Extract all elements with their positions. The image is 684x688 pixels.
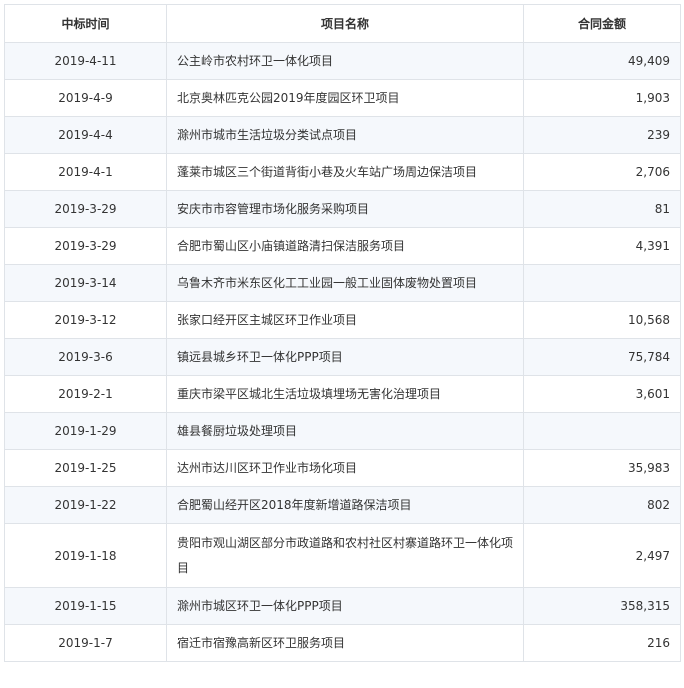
cell-date: 2019-1-29: [4, 412, 167, 450]
cell-date: 2019-4-1: [4, 153, 167, 191]
cell-date: 2019-3-29: [4, 190, 167, 228]
table-row: 2019-4-1 蓬莱市城区三个街道背街小巷及火车站广场周边保洁项目 2,706: [4, 153, 681, 191]
cell-name: 合肥市蜀山区小庙镇道路清扫保洁服务项目: [166, 227, 524, 265]
table-row: 2019-4-9 北京奥林匹克公园2019年度园区环卫项目 1,903: [4, 79, 681, 117]
cell-date: 2019-3-12: [4, 301, 167, 339]
table-container: 中标时间 项目名称 合同金额 2019-4-11 公主岭市农村环卫一体化项目 4…: [4, 4, 681, 662]
table-row: 2019-1-7 宿迁市宿豫高新区环卫服务项目 216: [4, 624, 681, 662]
cell-name: 滁州市城区环卫一体化PPP项目: [166, 587, 524, 625]
cell-amount: 49,409: [523, 42, 681, 80]
cell-name: 乌鲁木齐市米东区化工工业园一般工业固体废物处置项目: [166, 264, 524, 302]
cell-name: 北京奥林匹克公园2019年度园区环卫项目: [166, 79, 524, 117]
table-row: 2019-1-18 贵阳市观山湖区部分市政道路和农村社区村寨道路环卫一体化项目 …: [4, 523, 681, 588]
cell-amount: 2,706: [523, 153, 681, 191]
cell-name: 滁州市城市生活垃圾分类试点项目: [166, 116, 524, 154]
header-bid-date: 中标时间: [4, 4, 167, 43]
cell-date: 2019-3-29: [4, 227, 167, 265]
table-row: 2019-1-25 达州市达川区环卫作业市场化项目 35,983: [4, 449, 681, 487]
table-row: 2019-3-14 乌鲁木齐市米东区化工工业园一般工业固体废物处置项目: [4, 264, 681, 302]
cell-amount: 4,391: [523, 227, 681, 265]
table-row: 2019-1-22 合肥蜀山经开区2018年度新增道路保洁项目 802: [4, 486, 681, 524]
cell-amount: 802: [523, 486, 681, 524]
cell-date: 2019-1-18: [4, 523, 167, 588]
table-header-row: 中标时间 项目名称 合同金额: [4, 4, 681, 43]
table-row: 2019-3-29 合肥市蜀山区小庙镇道路清扫保洁服务项目 4,391: [4, 227, 681, 265]
table-row: 2019-4-4 滁州市城市生活垃圾分类试点项目 239: [4, 116, 681, 154]
cell-name: 蓬莱市城区三个街道背街小巷及火车站广场周边保洁项目: [166, 153, 524, 191]
cell-date: 2019-3-14: [4, 264, 167, 302]
cell-date: 2019-1-7: [4, 624, 167, 662]
cell-amount: 1,903: [523, 79, 681, 117]
cell-name: 雄县餐厨垃圾处理项目: [166, 412, 524, 450]
header-project-name: 项目名称: [166, 4, 524, 43]
table-row: 2019-2-1 重庆市梁平区城北生活垃圾填埋场无害化治理项目 3,601: [4, 375, 681, 413]
cell-amount: [523, 412, 681, 450]
cell-date: 2019-3-6: [4, 338, 167, 376]
cell-date: 2019-1-15: [4, 587, 167, 625]
header-contract-amount: 合同金额: [523, 4, 681, 43]
table-row: 2019-1-15 滁州市城区环卫一体化PPP项目 358,315: [4, 587, 681, 625]
cell-amount: 10,568: [523, 301, 681, 339]
cell-date: 2019-4-11: [4, 42, 167, 80]
cell-date: 2019-4-4: [4, 116, 167, 154]
table-row: 2019-1-29 雄县餐厨垃圾处理项目: [4, 412, 681, 450]
cell-name: 达州市达川区环卫作业市场化项目: [166, 449, 524, 487]
cell-amount: 35,983: [523, 449, 681, 487]
table-row: 2019-3-12 张家口经开区主城区环卫作业项目 10,568: [4, 301, 681, 339]
cell-name: 张家口经开区主城区环卫作业项目: [166, 301, 524, 339]
cell-amount: 75,784: [523, 338, 681, 376]
cell-amount: 239: [523, 116, 681, 154]
cell-name: 安庆市市容管理市场化服务采购项目: [166, 190, 524, 228]
cell-amount: 3,601: [523, 375, 681, 413]
cell-amount: 81: [523, 190, 681, 228]
table-row: 2019-3-29 安庆市市容管理市场化服务采购项目 81: [4, 190, 681, 228]
cell-date: 2019-1-22: [4, 486, 167, 524]
cell-date: 2019-2-1: [4, 375, 167, 413]
cell-date: 2019-1-25: [4, 449, 167, 487]
table-row: 2019-3-6 镇远县城乡环卫一体化PPP项目 75,784: [4, 338, 681, 376]
cell-amount: 2,497: [523, 523, 681, 588]
cell-name: 公主岭市农村环卫一体化项目: [166, 42, 524, 80]
cell-amount: 358,315: [523, 587, 681, 625]
cell-date: 2019-4-9: [4, 79, 167, 117]
cell-name: 重庆市梁平区城北生活垃圾填埋场无害化治理项目: [166, 375, 524, 413]
cell-name: 贵阳市观山湖区部分市政道路和农村社区村寨道路环卫一体化项目: [166, 523, 524, 588]
cell-name: 合肥蜀山经开区2018年度新增道路保洁项目: [166, 486, 524, 524]
cell-amount: [523, 264, 681, 302]
cell-name: 镇远县城乡环卫一体化PPP项目: [166, 338, 524, 376]
cell-name: 宿迁市宿豫高新区环卫服务项目: [166, 624, 524, 662]
cell-amount: 216: [523, 624, 681, 662]
bid-table: 中标时间 项目名称 合同金额 2019-4-11 公主岭市农村环卫一体化项目 4…: [4, 4, 681, 662]
table-row: 2019-4-11 公主岭市农村环卫一体化项目 49,409: [4, 42, 681, 80]
